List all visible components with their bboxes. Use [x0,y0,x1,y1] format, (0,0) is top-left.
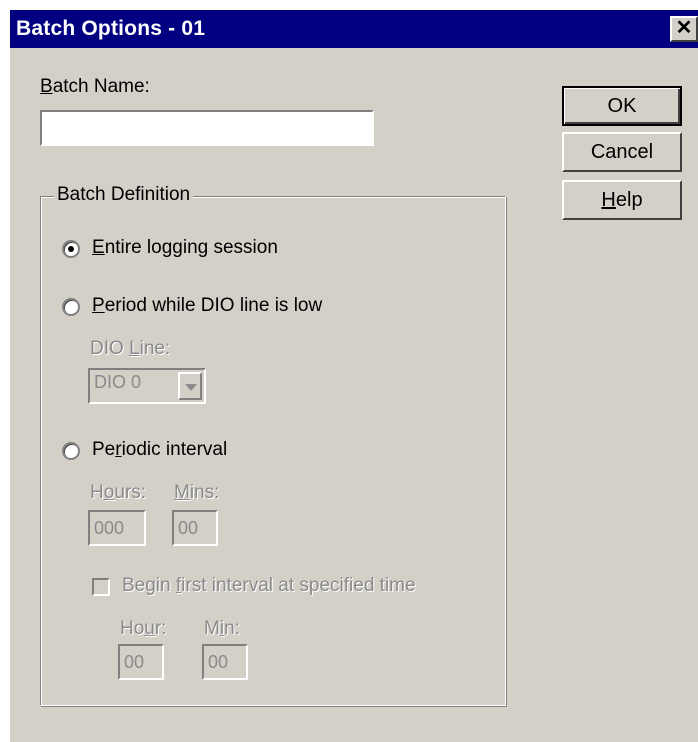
close-icon: ✕ [675,17,693,39]
help-button[interactable]: Help [562,180,682,220]
periodic-interval-radio[interactable] [62,442,80,460]
begin-first-interval-checkbox[interactable] [92,578,110,596]
chevron-down-icon[interactable] [178,372,202,400]
dio-period-radio[interactable] [62,298,80,316]
min-label: Min: [204,618,240,639]
batch-name-input[interactable] [40,110,374,146]
entire-session-label[interactable]: Entire logging session [92,237,278,259]
min-input[interactable] [202,644,248,680]
cancel-button[interactable]: Cancel [562,132,682,172]
batch-name-label: Batch Name: [40,76,150,97]
ok-button[interactable]: OK [562,86,682,126]
periodic-interval-label[interactable]: Periodic interval [92,439,227,461]
mins-input[interactable] [172,510,218,546]
mins-label: Mins: [174,482,220,503]
dio-line-select[interactable]: DIO 0 [88,368,206,404]
hour-input[interactable] [118,644,164,680]
batch-definition-title: Batch Definition [54,184,194,206]
entire-session-radio[interactable] [62,240,80,258]
close-button[interactable]: ✕ [670,16,698,42]
begin-first-interval-label[interactable]: Begin first interval at specified time [122,575,416,597]
hour-label: Hour: [120,618,167,639]
dio-line-value: DIO 0 [94,372,142,392]
hours-label: Hours: [90,482,146,503]
title-bar: Batch Options - 01 ✕ [10,10,698,48]
batch-options-dialog: Batch Options - 01 ✕ Batch Name: OK Canc… [8,8,698,742]
hours-input[interactable] [88,510,146,546]
dio-line-label: DIO Line: [90,338,171,359]
radio-selected-dot [68,246,74,252]
dio-period-label[interactable]: Period while DIO line is low [92,295,322,317]
window-title: Batch Options - 01 [16,17,206,40]
